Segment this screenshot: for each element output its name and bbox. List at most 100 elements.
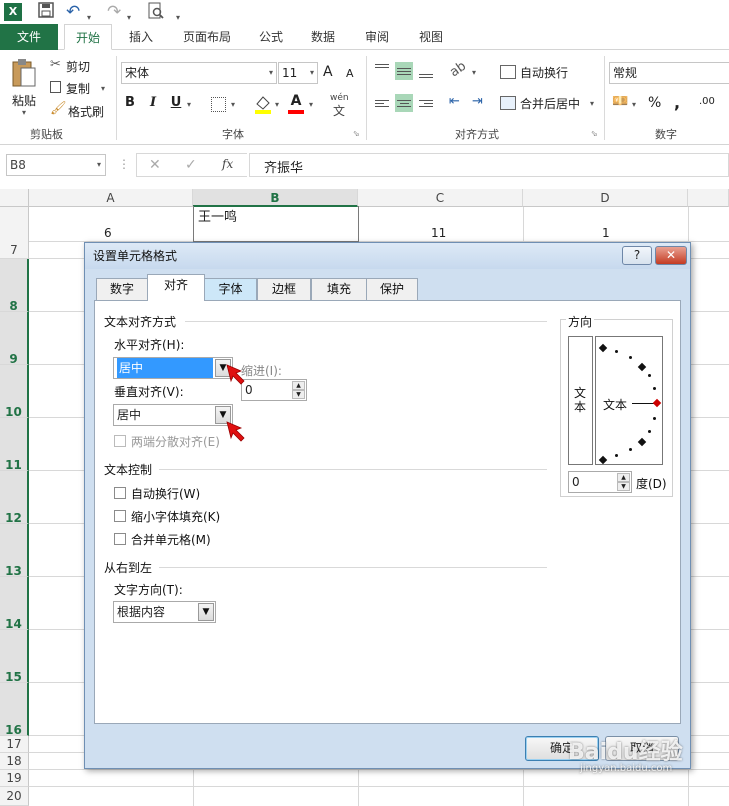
shrink-to-fit-checkbox[interactable] xyxy=(114,510,126,522)
paste-button[interactable]: 粘贴 xyxy=(12,92,36,109)
indent-down-icon[interactable]: ▼ xyxy=(292,390,305,399)
format-painter-button[interactable]: 格式刷 xyxy=(68,103,104,120)
merge-center-button[interactable]: 合并后居中 xyxy=(520,95,580,112)
name-box-dropdown-icon[interactable]: ▾ xyxy=(97,155,101,175)
help-button[interactable]: ? xyxy=(622,246,652,265)
enter-formula-icon[interactable]: ✓ xyxy=(185,157,197,173)
format-painter-icon[interactable]: 🖌 xyxy=(50,101,67,116)
tab-view[interactable]: 视图 xyxy=(412,24,450,50)
redo-icon[interactable]: ↷ xyxy=(107,2,121,22)
text-direction-select[interactable]: 根据内容 ▼ xyxy=(113,601,216,623)
percent-button[interactable]: % xyxy=(648,95,661,111)
borders-dropdown-icon[interactable]: ▾ xyxy=(231,100,235,109)
merge-center-icon[interactable] xyxy=(500,96,516,110)
tab-border[interactable]: 边框 xyxy=(257,278,311,300)
column-header-a[interactable]: A xyxy=(29,189,193,207)
shrink-font-button[interactable]: A xyxy=(346,67,354,80)
scissors-icon[interactable]: ✂ xyxy=(50,57,61,72)
column-header-b[interactable]: B xyxy=(193,189,358,207)
cell-c6[interactable]: 11 xyxy=(431,226,446,240)
tab-alignment[interactable]: 对齐 xyxy=(147,274,205,301)
row-header-19[interactable]: 19 xyxy=(0,770,29,787)
cell-a6[interactable]: 6 xyxy=(104,226,112,240)
copy-button[interactable]: 复制 xyxy=(66,80,90,97)
row-header-13[interactable]: 13 xyxy=(0,524,29,578)
accounting-format-icon[interactable]: 💴 xyxy=(612,94,628,109)
merge-cells-checkbox[interactable] xyxy=(114,533,126,545)
indent-up-icon[interactable]: ▲ xyxy=(292,381,305,390)
cell-d6[interactable]: 1 xyxy=(602,226,610,240)
tab-file[interactable]: 文件 xyxy=(0,24,58,50)
fill-color-icon[interactable] xyxy=(254,94,272,117)
tab-home[interactable]: 开始 xyxy=(64,24,112,50)
paste-icon[interactable] xyxy=(11,58,37,91)
row-header-9[interactable]: 9 xyxy=(0,312,29,366)
close-button[interactable]: ✕ xyxy=(655,246,687,265)
wrap-text-icon[interactable] xyxy=(500,65,516,79)
borders-icon[interactable] xyxy=(211,97,226,112)
copy-dropdown-icon[interactable]: ▾ xyxy=(101,84,105,93)
italic-button[interactable]: I xyxy=(144,95,162,110)
row-header-20[interactable]: 20 xyxy=(0,787,29,806)
name-box[interactable]: B8 ▾ xyxy=(6,154,106,176)
paste-dropdown-icon[interactable]: ▾ xyxy=(22,108,26,117)
font-color-icon[interactable]: A xyxy=(288,93,304,109)
font-dialog-launcher-icon[interactable]: ⬂ xyxy=(353,129,360,138)
formula-input[interactable] xyxy=(249,153,729,177)
row-header-14[interactable]: 14 xyxy=(0,577,29,631)
tab-protection[interactable]: 保护 xyxy=(366,278,418,300)
degrees-down-icon[interactable]: ▼ xyxy=(617,482,630,491)
tab-insert[interactable]: 插入 xyxy=(120,24,162,50)
font-name-box[interactable]: 宋体 ▾ xyxy=(121,62,277,84)
tab-page-layout[interactable]: 页面布局 xyxy=(176,24,238,50)
increase-indent-icon[interactable]: ⇥ xyxy=(472,94,483,109)
indent-input[interactable]: 0 ▲ ▼ xyxy=(241,379,307,401)
justify-distributed-checkbox[interactable] xyxy=(114,435,126,447)
wrap-text-checkbox[interactable] xyxy=(114,487,126,499)
wrap-text-button[interactable]: 自动换行 xyxy=(520,64,568,81)
tab-number[interactable]: 数字 xyxy=(96,278,148,300)
column-header-e[interactable] xyxy=(688,189,729,207)
font-size-box[interactable]: 11 ▾ xyxy=(278,62,318,84)
degrees-input[interactable]: 0 ▲ ▼ xyxy=(568,471,632,493)
align-center-icon[interactable] xyxy=(395,94,413,112)
font-color-dropdown-icon[interactable]: ▾ xyxy=(309,100,313,109)
comma-button[interactable]: , xyxy=(674,93,680,112)
cut-button[interactable]: 剪切 xyxy=(66,58,90,75)
row-header-12[interactable]: 12 xyxy=(0,471,29,525)
tab-data[interactable]: 数据 xyxy=(304,24,342,50)
tab-font[interactable]: 字体 xyxy=(204,278,257,300)
row-header-6[interactable] xyxy=(0,207,29,242)
row-header-8[interactable]: 8 xyxy=(0,259,29,313)
row-header-15[interactable]: 15 xyxy=(0,630,29,684)
row-header-7[interactable]: 7 xyxy=(0,242,29,259)
undo-icon[interactable]: ↶ xyxy=(66,2,80,22)
column-header-d[interactable]: D xyxy=(523,189,688,207)
horizontal-align-select[interactable]: 居中 ▼ xyxy=(113,357,233,379)
align-right-icon[interactable] xyxy=(417,94,435,112)
top-align-icon[interactable] xyxy=(373,62,391,80)
underline-dropdown-icon[interactable]: ▾ xyxy=(187,100,191,109)
tab-fill[interactable]: 填充 xyxy=(311,278,367,300)
font-size-dropdown-icon[interactable]: ▾ xyxy=(310,63,314,83)
column-header-c[interactable]: C xyxy=(358,189,523,207)
decrease-indent-icon[interactable]: ⇤ xyxy=(449,94,460,109)
alignment-dialog-launcher-icon[interactable]: ⬂ xyxy=(591,129,598,138)
row-header-17[interactable]: 17 xyxy=(0,736,29,753)
merge-dropdown-icon[interactable]: ▾ xyxy=(590,99,594,108)
middle-align-icon[interactable] xyxy=(395,62,413,80)
row-header-18[interactable]: 18 xyxy=(0,753,29,770)
row-header-16[interactable]: 16 xyxy=(0,683,29,737)
underline-button[interactable]: U xyxy=(167,95,185,110)
increase-decimal-icon[interactable]: .00 xyxy=(699,96,715,107)
select-all-corner[interactable] xyxy=(0,189,29,207)
copy-icon[interactable] xyxy=(50,81,61,93)
cancel-formula-icon[interactable]: ✕ xyxy=(149,157,161,173)
font-name-dropdown-icon[interactable]: ▾ xyxy=(269,63,273,83)
number-format-box[interactable]: 常规 xyxy=(609,62,729,84)
grow-font-button[interactable]: A xyxy=(323,64,333,80)
orientation-dropdown-icon[interactable]: ▾ xyxy=(472,68,476,77)
row-header-10[interactable]: 10 xyxy=(0,365,29,419)
bottom-align-icon[interactable] xyxy=(417,62,435,80)
accounting-dropdown-icon[interactable]: ▾ xyxy=(632,100,636,109)
